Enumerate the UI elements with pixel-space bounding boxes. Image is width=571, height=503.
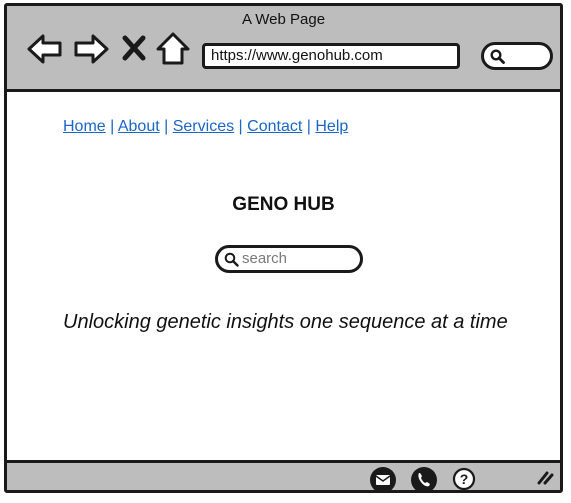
resize-grip-icon[interactable] xyxy=(536,469,554,490)
nav-separator: | xyxy=(110,118,115,135)
mail-icon[interactable] xyxy=(369,466,397,490)
site-title: GENO HUB xyxy=(232,194,335,215)
address-bar[interactable]: https://www.genohub.com xyxy=(202,43,460,69)
search-icon xyxy=(224,252,239,267)
forward-arrow-icon[interactable] xyxy=(72,30,110,68)
help-icon[interactable]: ? xyxy=(452,467,476,490)
nav-link-contact[interactable]: Contact xyxy=(247,118,302,135)
nav-separator: | xyxy=(306,118,311,135)
nav-separator: | xyxy=(238,118,243,135)
status-bar: ? xyxy=(7,460,560,490)
nav-link-services[interactable]: Services xyxy=(173,118,234,135)
window-title: A Web Page xyxy=(241,11,326,28)
svg-text:?: ? xyxy=(460,471,469,487)
nav-link-home[interactable]: Home xyxy=(63,118,106,135)
browser-search-field[interactable] xyxy=(481,42,553,70)
nav-link-about[interactable]: About xyxy=(118,118,160,135)
site-navigation: Home | About | Services | Contact | Help xyxy=(63,118,348,136)
browser-toolbar: A Web Page https://www.genohub.com xyxy=(7,6,560,92)
search-placeholder: search xyxy=(242,250,288,267)
back-arrow-icon[interactable] xyxy=(26,30,64,68)
tagline: Unlocking genetic insights one sequence … xyxy=(63,311,508,333)
search-icon xyxy=(490,49,505,64)
phone-icon[interactable] xyxy=(410,466,438,490)
close-icon[interactable] xyxy=(119,33,149,63)
home-icon[interactable] xyxy=(154,30,192,68)
site-search-input[interactable]: search xyxy=(215,245,363,273)
nav-separator: | xyxy=(164,118,169,135)
browser-window: A Web Page https://www.genohub.com Home … xyxy=(4,3,563,493)
nav-link-help[interactable]: Help xyxy=(315,118,348,135)
